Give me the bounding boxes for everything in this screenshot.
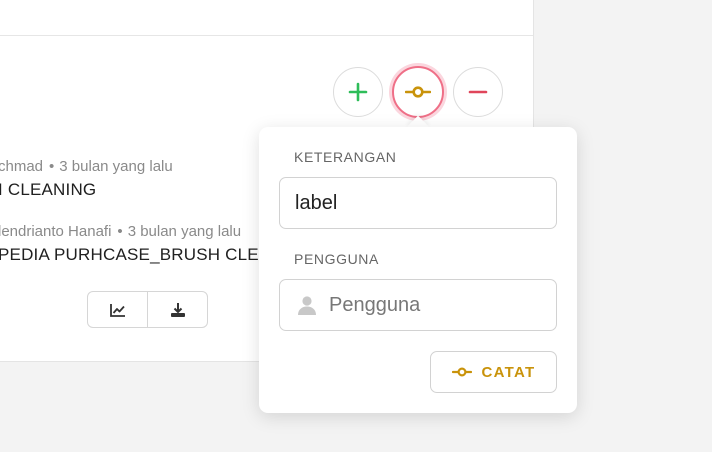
download-button[interactable] <box>147 292 207 327</box>
commit-icon <box>451 366 472 378</box>
commit-popover: KETERANGAN PENGGUNA CATAT <box>259 127 577 413</box>
download-icon <box>170 302 185 317</box>
history-time: 3 bulan yang lalu <box>59 158 173 175</box>
history-author: chmad <box>0 158 44 175</box>
divider <box>0 35 533 36</box>
commit-button[interactable] <box>392 66 444 118</box>
catat-button[interactable]: CATAT <box>430 351 557 393</box>
chart-line-icon <box>109 303 125 317</box>
user-icon <box>297 295 317 315</box>
add-button[interactable] <box>333 67 383 117</box>
remove-button[interactable] <box>453 67 503 117</box>
plus-icon <box>348 82 368 102</box>
history-time: 3 bulan yang lalu <box>127 223 242 240</box>
pengguna-input[interactable] <box>329 293 549 317</box>
history-toolbar <box>87 291 208 328</box>
keterangan-label: KETERANGAN <box>294 149 397 165</box>
pengguna-field[interactable] <box>279 279 557 331</box>
history-author: lendrianto Hanafi <box>0 223 112 240</box>
pengguna-label: PENGGUNA <box>294 251 379 267</box>
catat-label: CATAT <box>481 363 536 381</box>
chart-button[interactable] <box>88 292 147 327</box>
keterangan-input[interactable] <box>279 177 557 229</box>
minus-icon <box>468 90 488 94</box>
commit-icon <box>405 86 431 98</box>
